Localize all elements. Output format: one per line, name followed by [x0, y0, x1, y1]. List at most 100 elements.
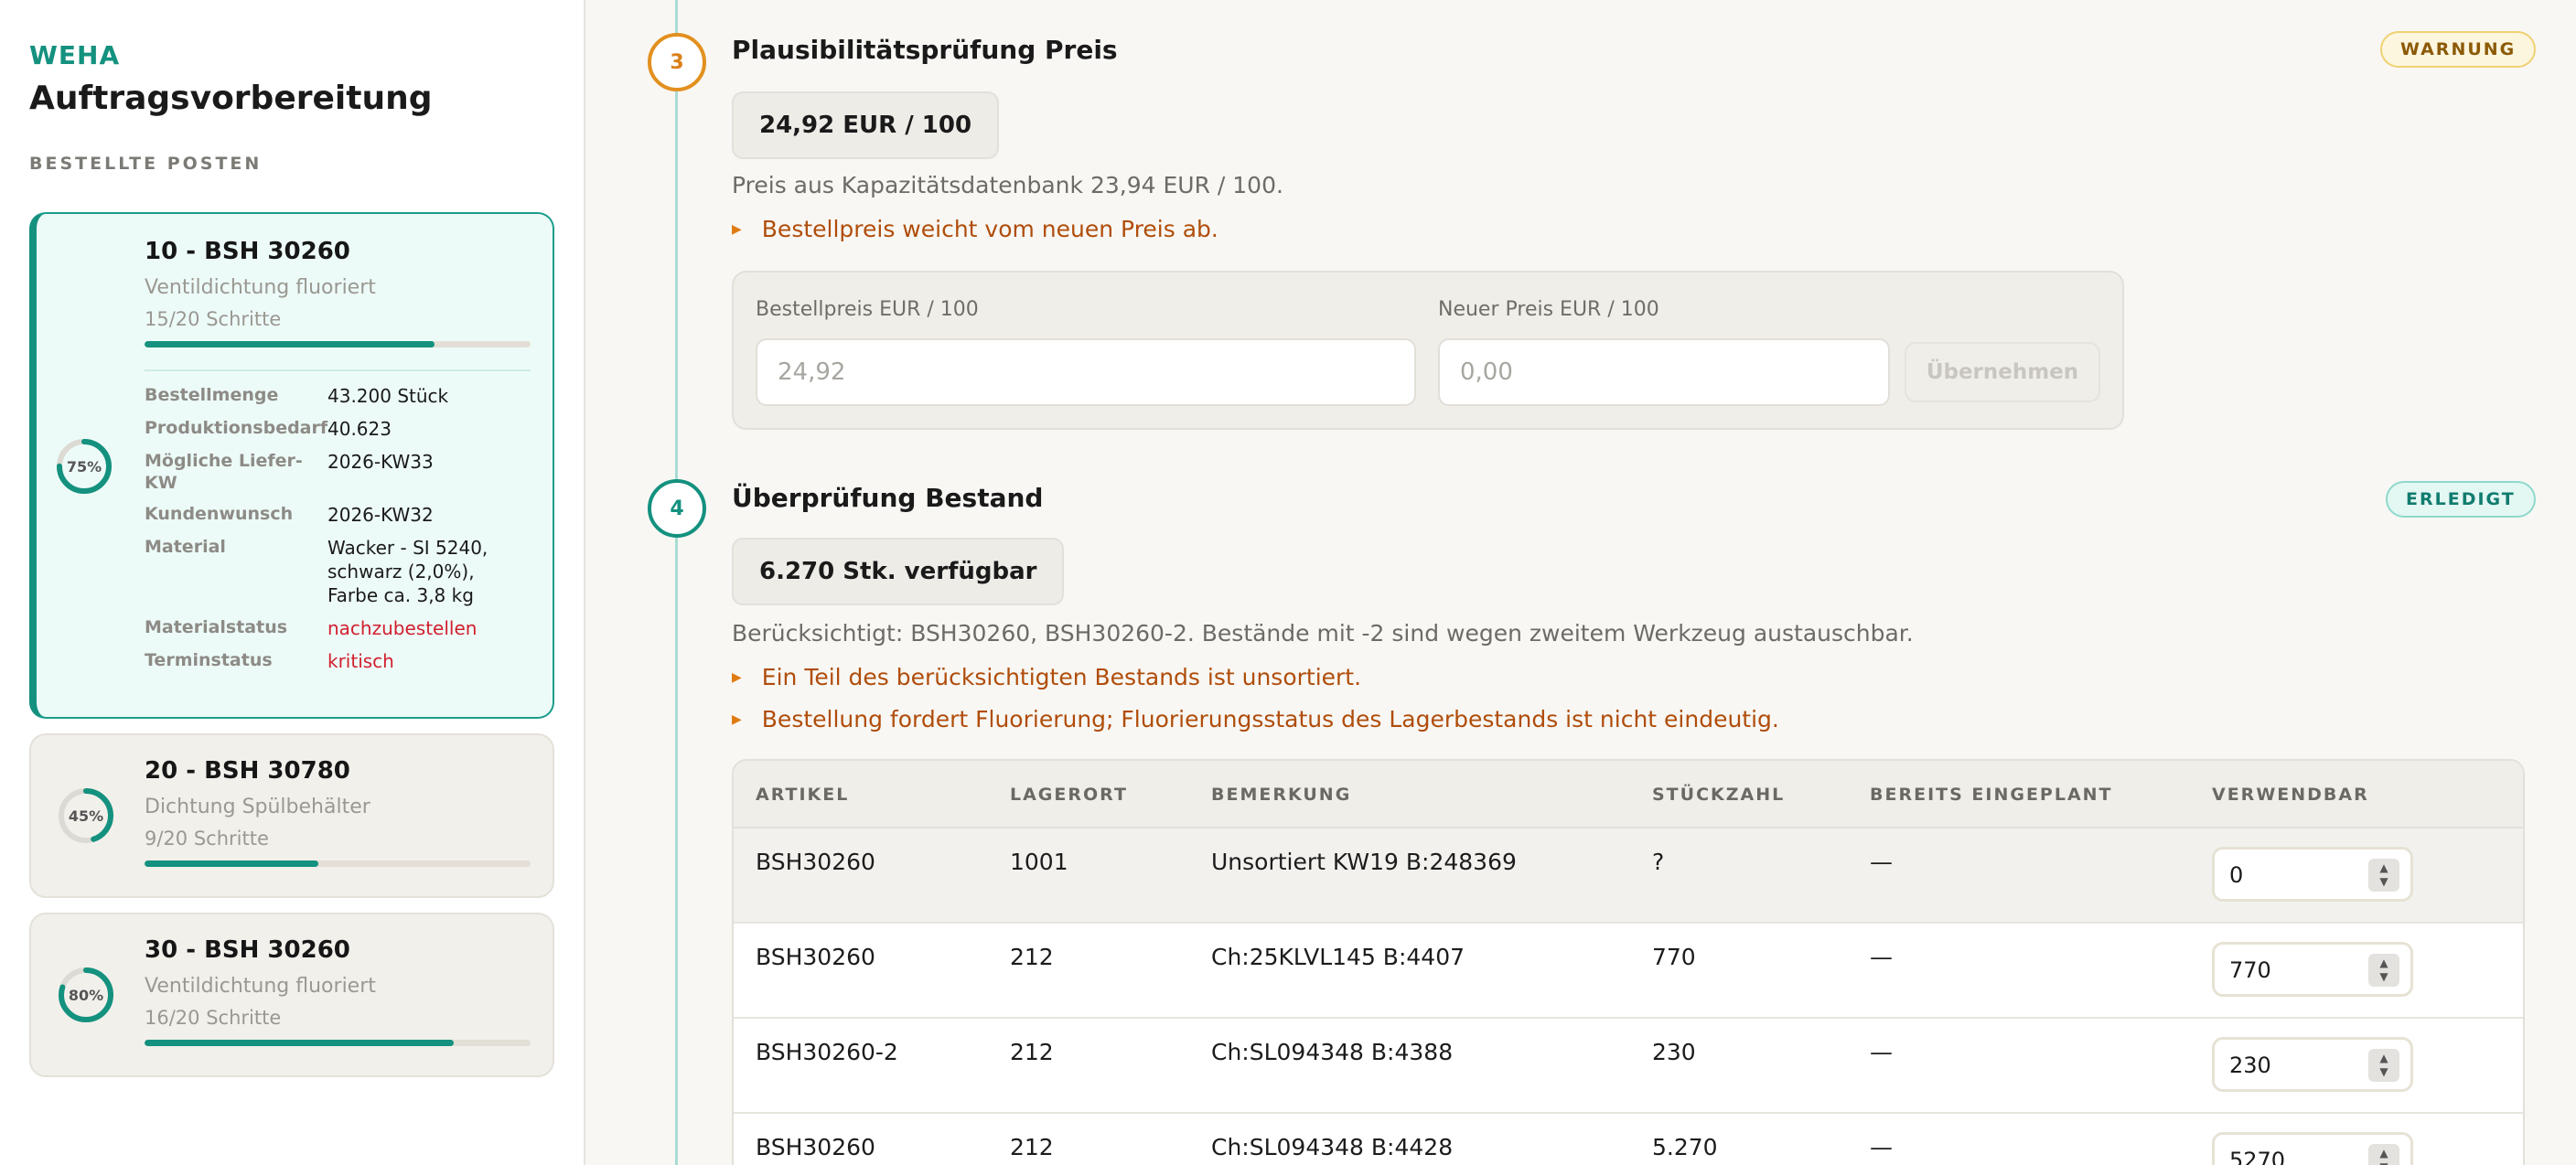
- detail-row: Kundenwunsch 2026-KW32: [145, 503, 531, 527]
- order-item-card-30[interactable]: 80% 30 - BSH 30260 Ventildichtung fluori…: [29, 913, 554, 1077]
- order-price-input[interactable]: 24,92: [756, 338, 1416, 406]
- apply-price-button[interactable]: Übernehmen: [1905, 342, 2100, 402]
- order-item-title: 20 - BSH 30780: [145, 757, 350, 785]
- price-value-chip: 24,92 EUR / 100: [732, 91, 1000, 159]
- usable-quantity-stepper[interactable]: 230 ▲ ▼: [2212, 1037, 2413, 1092]
- cell-bemerkung: Unsortiert KW19 B:248369: [1211, 849, 1517, 875]
- column-header-eingeplant: BEREITS EINGEPLANT: [1870, 785, 2113, 805]
- cell-bemerkung: Ch:25KLVL145 B:4407: [1211, 944, 1465, 970]
- detail-row: Materialstatus nachzubestellen: [145, 616, 531, 640]
- warning-bullet-icon: ▶: [732, 221, 742, 237]
- progress-ring: 45%: [57, 786, 115, 845]
- order-item-subtitle: Dichtung Spülbehälter: [145, 796, 370, 818]
- table-row: BSH30260 1001 Unsortiert KW19 B:248369 ?…: [734, 828, 2523, 924]
- progress-ring: 80%: [57, 966, 115, 1024]
- detail-label: Materialstatus: [145, 617, 288, 637]
- order-item-steps: 16/20 Schritte: [145, 1007, 282, 1029]
- progress-ring: 75%: [55, 437, 113, 496]
- order-item-card-20[interactable]: 45% 20 - BSH 30780 Dichtung Spülbehälter…: [29, 733, 554, 898]
- detail-label: Bestellmenge: [145, 385, 279, 405]
- stock-info-text: Berücksichtigt: BSH30260, BSH30260-2. Be…: [732, 620, 1914, 647]
- detail-value: 43.200 Stück: [327, 385, 449, 407]
- status-badge-warning: WARNUNG: [2380, 31, 2537, 68]
- order-item-steps: 9/20 Schritte: [145, 828, 269, 850]
- detail-row: Bestellmenge 43.200 Stück: [145, 384, 531, 408]
- usable-quantity-stepper[interactable]: 770 ▲ ▼: [2212, 942, 2413, 997]
- cell-artikel: BSH30260: [756, 944, 875, 970]
- cell-stueckzahl: 770: [1652, 944, 1696, 970]
- order-item-title: 10 - BSH 30260: [145, 238, 350, 265]
- cell-artikel: BSH30260: [756, 849, 875, 875]
- new-price-label: Neuer Preis EUR / 100: [1438, 298, 1659, 321]
- progress-bar-fill: [145, 860, 318, 867]
- order-item-details: Bestellmenge 43.200 Stück Produktionsbed…: [145, 384, 531, 673]
- detail-row: Mögliche Liefer-KW 2026-KW33: [145, 450, 531, 494]
- price-warning: ▶ Bestellpreis weicht vom neuen Preis ab…: [732, 216, 1218, 242]
- step-number-4: 4: [648, 479, 706, 538]
- spinner-icon[interactable]: ▲▼: [2368, 859, 2399, 892]
- spinner-icon[interactable]: ▲▼: [2368, 1144, 2399, 1165]
- column-header-verwendbar: VERWENDBAR: [2212, 785, 2369, 805]
- usable-quantity-stepper[interactable]: 0 ▲ ▼: [2212, 847, 2413, 902]
- table-row: BSH30260 212 Ch:25KLVL145 B:4407 770 — 7…: [734, 924, 2523, 1019]
- progress-ring-label: 80%: [68, 986, 104, 1004]
- detail-value: 2026-KW33: [327, 451, 434, 473]
- cell-stueckzahl: 230: [1652, 1039, 1696, 1065]
- cell-eingeplant: —: [1870, 944, 1893, 970]
- cell-lagerort: 212: [1010, 1134, 1054, 1160]
- price-form-panel: Bestellpreis EUR / 100 24,92 Neuer Preis…: [732, 271, 2124, 430]
- cell-bemerkung: Ch:SL094348 B:4388: [1211, 1039, 1454, 1065]
- detail-label: Mögliche Liefer-KW: [145, 451, 303, 493]
- progress-ring-label: 45%: [68, 807, 104, 825]
- cell-artikel: BSH30260: [756, 1134, 875, 1160]
- section-label: BESTELLTE POSTEN: [29, 154, 263, 174]
- table-header: ARTIKEL LAGERORT BEMERKUNG STÜCKZAHL BER…: [734, 761, 2523, 828]
- order-price-label: Bestellpreis EUR / 100: [756, 298, 979, 321]
- detail-row: Terminstatus kritisch: [145, 649, 531, 673]
- usable-quantity-stepper[interactable]: 5270 ▲▼: [2212, 1132, 2413, 1165]
- spinner-icon[interactable]: ▲▼: [2368, 954, 2399, 987]
- detail-value: 40.623: [327, 418, 392, 440]
- progress-bar-fill: [145, 341, 435, 347]
- usable-quantity-value: 5270: [2229, 1148, 2286, 1165]
- progress-ring-label: 75%: [66, 457, 102, 476]
- detail-label: Terminstatus: [145, 650, 273, 670]
- cell-stueckzahl: 5.270: [1652, 1134, 1718, 1160]
- detail-label: Kundenwunsch: [145, 504, 294, 524]
- column-header-lagerort: LAGERORT: [1010, 785, 1128, 805]
- cell-lagerort: 212: [1010, 1039, 1054, 1065]
- order-item-card-10[interactable]: 75% 10 - BSH 30260 Ventildichtung fluori…: [29, 212, 554, 719]
- price-info-text: Preis aus Kapazitätsdatenbank 23,94 EUR …: [732, 172, 1283, 198]
- material-status-value: nachzubestellen: [327, 617, 478, 639]
- brand-logo: WEHA: [29, 40, 121, 70]
- column-header-artikel: ARTIKEL: [756, 785, 850, 805]
- progress-bar: [145, 341, 531, 347]
- order-item-subtitle: Ventildichtung fluoriert: [145, 276, 376, 299]
- stock-value-chip: 6.270 Stk. verfügbar: [732, 538, 1065, 605]
- order-item-subtitle: Ventildichtung fluoriert: [145, 975, 376, 998]
- progress-bar: [145, 1040, 531, 1046]
- cell-eingeplant: —: [1870, 1039, 1893, 1065]
- timeline-line: [675, 0, 678, 1165]
- step-title-price-check: Plausibilitätsprüfung Preis: [732, 35, 1118, 65]
- order-item-title: 30 - BSH 30260: [145, 936, 350, 964]
- spinner-icon[interactable]: ▲▼: [2368, 1049, 2399, 1082]
- detail-value: Wacker - SI 5240, schwarz (2,0%), Farbe …: [327, 537, 488, 606]
- divider: [145, 369, 531, 371]
- cell-artikel: BSH30260-2: [756, 1039, 898, 1065]
- table-row: BSH30260-2 212 Ch:SL094348 B:4388 230 — …: [734, 1019, 2523, 1114]
- column-header-stueckzahl: STÜCKZAHL: [1652, 785, 1786, 805]
- column-header-bemerkung: BEMERKUNG: [1211, 785, 1352, 805]
- cell-lagerort: 1001: [1010, 849, 1068, 875]
- stock-warning-text: Bestellung fordert Fluorierung; Fluorier…: [761, 706, 1779, 732]
- cell-eingeplant: —: [1870, 1134, 1893, 1160]
- new-price-input[interactable]: 0,00: [1438, 338, 1890, 406]
- detail-label: Produktionsbedarf: [145, 418, 328, 438]
- usable-quantity-value: 230: [2229, 1053, 2271, 1078]
- usable-quantity-value: 0: [2229, 862, 2244, 888]
- usable-quantity-value: 770: [2229, 957, 2271, 983]
- table-row: BSH30260 212 Ch:SL094348 B:4428 5.270 — …: [734, 1114, 2523, 1165]
- order-item-steps: 15/20 Schritte: [145, 308, 282, 330]
- detail-label: Material: [145, 537, 226, 557]
- price-warning-text: Bestellpreis weicht vom neuen Preis ab.: [761, 216, 1218, 242]
